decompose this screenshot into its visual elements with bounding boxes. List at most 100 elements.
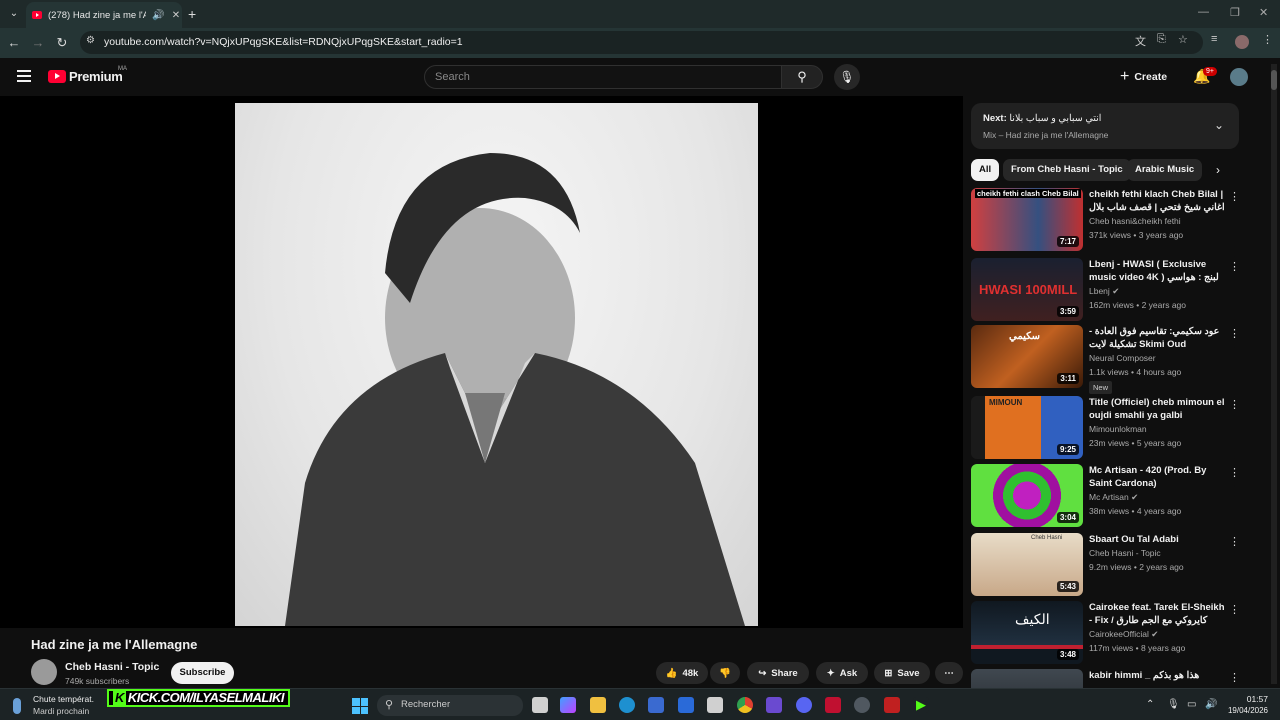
speaker-icon[interactable]: 🔊 [152,10,164,21]
more-vertical-icon[interactable]: ⋮ [1229,190,1240,203]
video-thumbnail[interactable]: HWASI 100MILL 3:59 [971,258,1083,321]
network-icon[interactable]: ▭ [1187,699,1196,710]
tab-search-button[interactable]: ⌄ [6,6,22,22]
video-thumbnail[interactable]: cheikh fethi clash Cheb Bilal 7:17 [971,188,1083,251]
more-vertical-icon[interactable]: ⋮ [1229,398,1240,411]
menu-icon[interactable] [17,70,31,85]
mail-icon[interactable] [678,697,694,713]
photos-icon[interactable] [707,697,723,713]
channel-avatar[interactable] [31,659,57,685]
recommendation-channel[interactable]: Mc Artisan ✔ [1089,492,1138,503]
close-window-icon[interactable]: ✕ [1259,6,1268,19]
close-tab-icon[interactable]: ✕ [170,10,182,21]
store-icon[interactable] [648,697,664,713]
more-vertical-icon[interactable]: ⋮ [1229,535,1240,548]
weather-subline[interactable]: Mardi prochain [33,706,89,716]
subscribe-button[interactable]: Subscribe [171,662,234,684]
recommendation-title[interactable]: Sbaart Ou Tal Adabi [1089,533,1225,546]
site-info-icon[interactable]: ⚙ [86,35,95,46]
dislike-button[interactable]: 👎 [710,662,740,684]
video-thumbnail[interactable] [971,669,1083,688]
thermometer-icon[interactable] [13,698,21,714]
browser-tab[interactable]: (278) Had zine ja me l'Allemagne - YouTu… [26,2,182,28]
scrollbar-thumb[interactable] [1271,70,1277,90]
chip-all[interactable]: All [971,159,1000,181]
ask-button[interactable]: ✦ Ask [816,662,868,684]
video-app-icon[interactable] [884,697,900,713]
recommendation-item[interactable]: 3:04 Mc Artisan - 420 (Prod. By Saint Ca… [971,464,1241,530]
more-vertical-icon[interactable]: ⋮ [1229,671,1240,684]
search-button[interactable]: ⚲ [781,65,823,89]
bookmark-star-icon[interactable]: ☆ [1178,33,1188,46]
minimize-icon[interactable]: — [1198,6,1209,18]
up-next-mix-panel[interactable]: Next: انتي سبابي و سباب بلانا Mix – Had … [971,103,1239,149]
recommendation-channel[interactable]: CairokeeOfficial ✔ [1089,629,1158,640]
chip-arabic-music[interactable]: Arabic Music [1127,159,1203,181]
forward-button[interactable]: → [30,35,46,50]
page-scrollbar[interactable] [1271,64,1277,684]
chip-from-channel[interactable]: From Cheb Hasni - Topic [1003,159,1131,181]
kick-app-icon[interactable]: ▶ [913,697,929,713]
recommendation-channel[interactable]: Cheb hasni&cheikh fethi [1089,216,1181,226]
more-vertical-icon[interactable]: ⋮ [1229,603,1240,616]
copilot-icon[interactable] [560,697,576,713]
game-icon[interactable] [766,697,782,713]
create-button[interactable]: + Create [1120,66,1167,88]
share-button[interactable]: ↪ Share [747,662,809,684]
recommendation-title[interactable]: kabir himmi _ هذا هو بذكم [1089,669,1225,682]
account-avatar[interactable] [1230,68,1248,86]
more-vertical-icon[interactable]: ⋮ [1229,327,1240,340]
like-button[interactable]: 👍 48k [656,662,708,684]
edge-icon[interactable] [619,697,635,713]
omnibox[interactable]: ⚙ youtube.com/watch?v=NQjxUPqgSKE&list=R… [80,31,1203,54]
recommendation-item[interactable]: MIMOUN 9:25 Title (Officiel) cheb mimoun… [971,396,1241,462]
recommendation-item[interactable]: kabir himmi _ هذا هو بذكم ⋮ [971,669,1241,688]
recommendation-item[interactable]: HWASI 100MILL 3:59 Lbenj - HWASI ( Exclu… [971,258,1241,324]
browser-profile-avatar[interactable] [1235,35,1249,49]
recommendation-item[interactable]: Cheb Hasni 5:43 Sbaart Ou Tal Adabi Cheb… [971,533,1241,599]
reading-list-icon[interactable]: ≡ [1211,33,1217,45]
recommendation-item[interactable]: الكيف 3:48 Cairokee feat. Tarek El-Sheik… [971,601,1241,667]
more-actions-button[interactable]: ⋯ [935,662,963,684]
recommendation-channel[interactable]: Mimounlokman [1089,424,1147,434]
recommendation-item[interactable]: سكيمي 3:11 عود سكيمي: تقاسيم فوق العادة … [971,325,1241,394]
weather-headline[interactable]: Chute températ. [33,694,94,704]
recommendation-title[interactable]: Mc Artisan - 420 (Prod. By Saint Cardona… [1089,464,1225,490]
recommendation-channel[interactable]: Neural Composer [1089,353,1156,363]
recommendation-channel[interactable]: Lbenj ✔ [1089,286,1119,297]
file-explorer-icon[interactable] [590,697,606,713]
chrome-icon[interactable] [737,697,753,713]
url-text[interactable]: youtube.com/watch?v=NQjxUPqgSKE&list=RDN… [104,36,463,48]
recommendation-item[interactable]: cheikh fethi clash Cheb Bilal 7:17 cheik… [971,188,1241,254]
search-input[interactable]: Search [424,65,782,89]
restore-icon[interactable]: ❐ [1230,6,1240,19]
channel-name[interactable]: Cheb Hasni - Topic [65,661,159,673]
recommendation-title[interactable]: cheikh fethi klach Cheb Bilal | اغاني شي… [1089,188,1225,214]
back-button[interactable]: ← [6,35,22,50]
discord-icon[interactable] [796,697,812,713]
taskbar-date[interactable]: 19/04/2026 [1222,706,1268,715]
windows-start-icon[interactable] [352,698,368,714]
app-a-icon[interactable] [825,697,841,713]
task-view-icon[interactable] [532,697,548,713]
chevron-down-icon[interactable]: ⌄ [1214,118,1224,132]
install-app-icon[interactable]: ⎘ [1157,33,1166,46]
recommendation-title[interactable]: Title (Officiel) cheb mimoun el oujdi sm… [1089,396,1225,422]
taskbar-clock[interactable]: 01:57 [1238,694,1268,704]
more-vertical-icon[interactable]: ⋮ [1229,466,1240,479]
obs-icon[interactable] [854,697,870,713]
more-vertical-icon[interactable]: ⋮ [1229,260,1240,273]
microphone-tray-icon[interactable]: 🎙 [1167,699,1180,710]
taskbar-search[interactable]: ⚲ Rechercher [377,695,523,716]
volume-icon[interactable]: 🔊 [1205,699,1217,710]
save-button[interactable]: ⊞ Save [874,662,930,684]
reload-button[interactable]: ↻ [54,35,70,51]
youtube-premium-logo[interactable]: Premium MA [48,66,127,84]
video-thumbnail[interactable]: الكيف 3:48 [971,601,1083,664]
recommendation-title[interactable]: عود سكيمي: تقاسيم فوق العادة - تشكيلة لا… [1089,325,1225,351]
translate-icon[interactable]: 文 [1135,33,1146,49]
tray-overflow-icon[interactable]: ⌃ [1146,699,1154,710]
voice-search-button[interactable]: 🎙 [834,64,860,90]
new-tab-button[interactable]: + [188,6,196,22]
video-thumbnail[interactable]: سكيمي 3:11 [971,325,1083,388]
